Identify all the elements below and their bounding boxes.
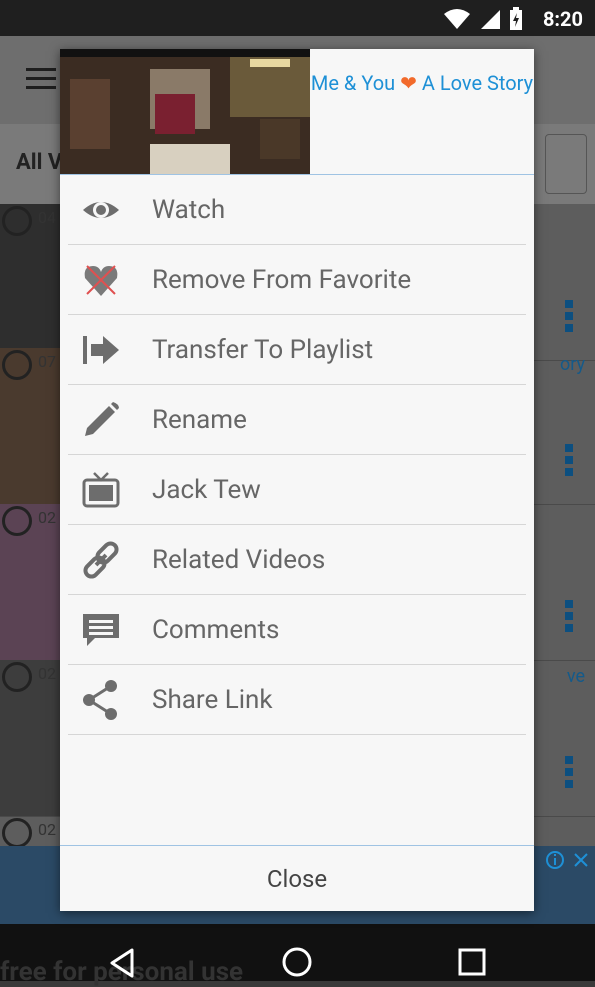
menu-item-label: Transfer To Playlist (152, 335, 374, 365)
more-icon[interactable] (565, 600, 573, 636)
clock-icon (2, 206, 32, 236)
video-thumbnail (60, 49, 310, 174)
menu-item-label: Watch (152, 195, 226, 225)
dialog-header: Me & You ❤ A Love Story (60, 49, 534, 175)
eye-icon (80, 189, 122, 231)
menu-item-remove-favorite[interactable]: Remove From Favorite (68, 245, 526, 315)
clock-icon (2, 506, 32, 536)
back-icon[interactable] (108, 948, 138, 978)
wifi-icon (444, 9, 470, 29)
duration: 02 (38, 820, 56, 839)
video-title-part2: A Love Story (421, 71, 534, 95)
more-icon[interactable] (565, 756, 573, 792)
menu-item-channel[interactable]: Jack Tew (68, 455, 526, 525)
menu-item-label: Related Videos (152, 545, 326, 575)
status-icons (443, 7, 523, 31)
menu-item-label: Remove From Favorite (152, 265, 412, 295)
video-title-snippet: ve (566, 666, 585, 687)
duration: 02 (38, 664, 56, 683)
menu-item-label: Jack Tew (152, 475, 261, 505)
sort-button[interactable] (545, 134, 587, 194)
list-title: All V (16, 150, 63, 175)
menu-item-comments[interactable]: Comments (68, 595, 526, 665)
close-button[interactable]: Close (267, 865, 327, 893)
menu-icon[interactable] (26, 68, 56, 90)
video-title-snippet: ory (559, 354, 585, 375)
tv-icon (80, 469, 122, 511)
home-icon[interactable] (281, 946, 313, 978)
video-title-part1: Me & You (310, 71, 396, 95)
heart-remove-icon (80, 259, 122, 301)
battery-charging-icon (510, 7, 522, 30)
navigation-bar: free for personal use (0, 924, 595, 987)
video-options-dialog: Me & You ❤ A Love Story Watch Remove Fro… (60, 49, 534, 911)
clock-icon (2, 662, 32, 692)
duration: 07 (38, 352, 56, 371)
menu-item-rename[interactable]: Rename (68, 385, 526, 455)
ad-info-icon[interactable] (545, 850, 565, 870)
recents-icon[interactable] (458, 948, 486, 976)
options-menu: Watch Remove From Favorite Transfer To P… (60, 175, 534, 735)
signal-icon (481, 10, 500, 29)
clock-icon (2, 350, 32, 380)
transfer-arrow-icon (80, 329, 122, 371)
more-icon[interactable] (565, 444, 573, 480)
menu-item-share-link[interactable]: Share Link (68, 665, 526, 735)
duration: 02 (38, 508, 56, 527)
ad-close-icon[interactable] (571, 850, 591, 870)
status-bar: 8:20 (0, 0, 595, 36)
dialog-footer: Close (60, 845, 534, 912)
duration: 04 (38, 208, 56, 227)
menu-item-watch[interactable]: Watch (68, 175, 526, 245)
link-icon (80, 539, 122, 581)
pencil-icon (80, 399, 122, 441)
video-title: Me & You ❤ A Love Story (310, 71, 534, 95)
menu-item-related-videos[interactable]: Related Videos (68, 525, 526, 595)
menu-item-label: Share Link (152, 685, 273, 715)
menu-item-label: Comments (152, 615, 280, 645)
more-icon[interactable] (565, 300, 573, 336)
heart-icon: ❤ (400, 71, 417, 95)
share-icon (80, 679, 122, 721)
comment-icon (80, 609, 122, 651)
menu-item-label: Rename (152, 405, 247, 435)
status-time: 8:20 (542, 7, 583, 31)
clock-icon (2, 818, 32, 848)
menu-item-transfer-playlist[interactable]: Transfer To Playlist (68, 315, 526, 385)
